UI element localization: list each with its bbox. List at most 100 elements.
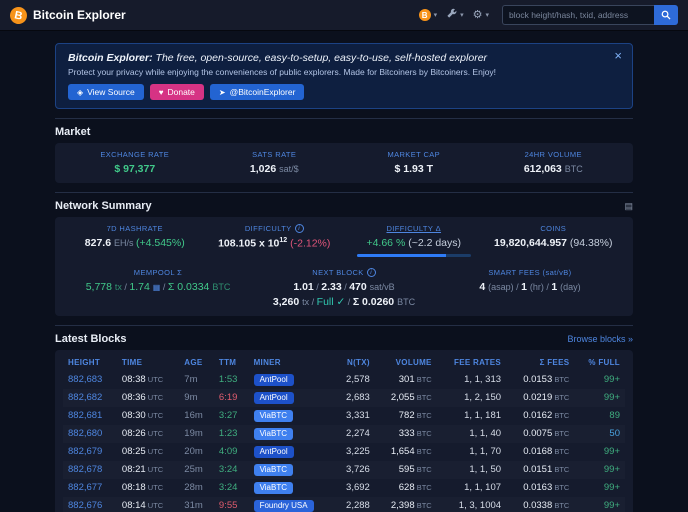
search-input[interactable] (502, 5, 654, 25)
cell-ntx: 2,578 (346, 374, 370, 386)
text-segment: (+4.545%) (135, 237, 185, 250)
column-header-miner[interactable]: MINER (249, 354, 334, 371)
full-percent-value: 99+ (603, 374, 620, 386)
column-header-ttm[interactable]: TTM (214, 354, 249, 371)
ttm-value: 3:24 (218, 464, 238, 476)
stat-label[interactable]: DIFFICULTY i (205, 224, 345, 234)
column-header-age[interactable]: AGE (179, 354, 214, 371)
block-height-link[interactable]: 882,676 (68, 500, 102, 511)
column-header-n-tx[interactable]: N(TX) (334, 354, 375, 371)
currency-dropdown[interactable]: B ▾ (418, 9, 437, 21)
column-header-volume[interactable]: VOLUME (375, 354, 437, 371)
twitter-icon: ➤ (218, 87, 226, 97)
tools-dropdown[interactable]: ▾ (446, 8, 464, 22)
cell-height: 882,681 (63, 407, 117, 425)
miner-badge[interactable]: ViaBTC (253, 463, 293, 476)
view-source-button[interactable]: ◈ View Source (68, 84, 144, 100)
column-header-fees[interactable]: Σ FEES (506, 354, 574, 371)
next-block-full-link[interactable]: Full ✓ (317, 296, 346, 308)
volume-value: 333 (398, 428, 415, 440)
button-label: View Source (87, 87, 135, 97)
volume-value: 2,055 (390, 392, 415, 404)
bitcoin-logo-icon: B (8, 4, 29, 26)
table-header-row: HEIGHT TIME AGE TTM MINER N(TX) VOLUME FEE RATE… (63, 354, 625, 371)
miner-badge[interactable]: AntPool (253, 373, 294, 386)
miner-badge[interactable]: Foundry USA (253, 499, 314, 512)
cell-age: 16m (184, 410, 203, 422)
tools-icon (446, 8, 457, 22)
block-height-link[interactable]: 882,679 (68, 446, 102, 457)
block-height-link[interactable]: 882,678 (68, 464, 102, 475)
text-segment: BTC (397, 296, 416, 307)
ttm-value: 1:23 (218, 428, 238, 440)
cell-age: 7m (184, 374, 198, 386)
miner-badge[interactable]: AntPool (253, 391, 294, 404)
cell-age: 25m (184, 464, 203, 476)
stat-label[interactable]: SMART FEES (sat/vB) (437, 268, 623, 277)
stat-24hr-volume: 24HR VOLUME 612,063 BTC (484, 150, 624, 176)
close-icon[interactable]: × (614, 49, 622, 62)
text-segment: (asap) (488, 282, 514, 293)
text-segment: 4 (479, 281, 489, 294)
cell-ntx: 2,683 (346, 392, 370, 404)
volume-value: 2,398 (390, 500, 415, 512)
cell-time: 08:30 UTC (117, 407, 179, 425)
btc-suffix: BTC (414, 393, 432, 403)
brand-link[interactable]: B Bitcoin Explorer (8, 4, 126, 26)
text-segment: 827.6 (84, 237, 114, 250)
stat-value: 108.105 x 1012 (-2.12%) (205, 236, 345, 251)
browse-blocks-link[interactable]: Browse blocks » (567, 334, 633, 344)
search-button[interactable] (654, 5, 678, 25)
stat-next-block: NEXT BLOCK i 1.01 / 2.33 / 470 sat/vB 3,260… (251, 268, 437, 308)
stat-label[interactable]: MEMPOOL Σ (65, 268, 251, 277)
stat-label[interactable]: 7D HASHRATE (65, 224, 205, 233)
cell-miner: AntPool (249, 389, 334, 407)
stat-label-text: NEXT BLOCK (312, 268, 364, 278)
block-height-link[interactable]: 882,677 (68, 482, 102, 493)
block-height-link[interactable]: 882,683 (68, 374, 102, 385)
stat-label[interactable]: NEXT BLOCK i (251, 268, 437, 278)
cell-time: 08:18 UTC (117, 479, 179, 497)
summary-layout-toggle-icon[interactable]: ▤ (624, 201, 633, 212)
column-header-full[interactable]: % FULL (574, 354, 625, 371)
cell-miner: Foundry USA (249, 497, 334, 512)
text-segment: tx (114, 282, 122, 293)
cell-ttm: 6:19 (214, 389, 249, 407)
text-segment: Σ 0.0260 (352, 295, 398, 308)
time-suffix: UTC (145, 483, 164, 493)
miner-badge[interactable]: ViaBTC (253, 481, 293, 494)
donate-button[interactable]: ♥ Donate (149, 84, 204, 100)
blocks-section-title: Latest Blocks (55, 332, 127, 345)
stat-value: 827.6 EH/s (+4.545%) (65, 236, 205, 250)
stat-label[interactable]: COINS (484, 224, 624, 233)
cell-fees: 0.0075 BTC (506, 425, 574, 443)
cell-volume: 2,398 BTC (375, 497, 437, 512)
miner-badge[interactable]: AntPool (253, 445, 294, 458)
column-header-time[interactable]: TIME (117, 354, 179, 371)
full-percent-value: 99+ (603, 482, 620, 494)
cell-height: 882,682 (63, 389, 117, 407)
settings-dropdown[interactable]: ⚙ ▾ (473, 9, 489, 21)
btc-suffix: BTC (414, 375, 432, 385)
stat-label[interactable]: DIFFICULTY Δ (344, 224, 484, 233)
text-segment: (94.38%) (569, 237, 613, 250)
cell-full: 99+ (574, 461, 625, 479)
cell-ttm: 4:09 (214, 443, 249, 461)
time-suffix: UTC (145, 411, 164, 421)
cell-height: 882,679 (63, 443, 117, 461)
miner-badge[interactable]: ViaBTC (253, 427, 293, 440)
cell-volume: 782 BTC (375, 407, 437, 425)
text-segment: 19,820,644.957 (493, 237, 570, 250)
text-segment: EH/s (113, 238, 136, 249)
text-segment: 2.33 (321, 281, 342, 294)
column-header-fee-rates[interactable]: FEE RATES (437, 354, 506, 371)
block-height-link[interactable]: 882,681 (68, 410, 102, 421)
miner-badge[interactable]: ViaBTC (253, 409, 293, 422)
twitter-button[interactable]: ➤ @BitcoinExplorer (209, 84, 305, 100)
text-segment: / (309, 296, 317, 307)
stat-value: 1.01 / 2.33 / 470 sat/vB (251, 280, 437, 294)
ttm-value: 4:09 (218, 446, 238, 458)
column-header-height[interactable]: HEIGHT (63, 354, 117, 371)
block-height-link[interactable]: 882,680 (68, 428, 102, 439)
block-height-link[interactable]: 882,682 (68, 392, 102, 403)
